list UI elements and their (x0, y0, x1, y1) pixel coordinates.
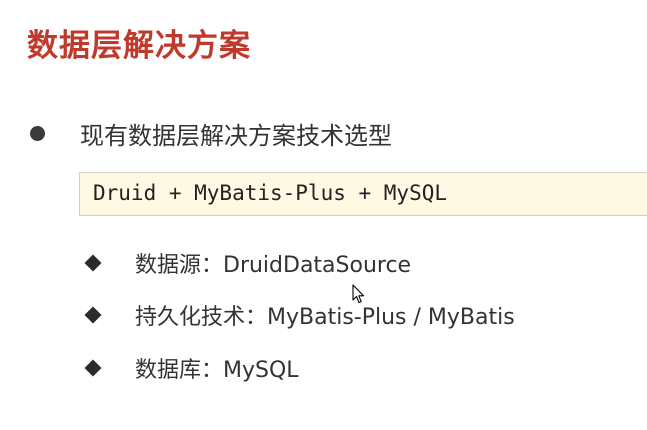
diamond-bullet-icon (84, 306, 102, 324)
mouse-pointer-icon (352, 284, 365, 304)
circle-bullet-icon (30, 125, 45, 141)
slide: 数据层解决方案 现有数据层解决方案技术选型 Druid + MyBatis-Pl… (0, 0, 647, 430)
sub-item-datasource: 数据源：DruidDataSource (84, 245, 411, 281)
sub-item-database: 数据库：MySQL (84, 350, 299, 386)
sub-item-text: 数据源：DruidDataSource (135, 253, 412, 278)
diamond-bullet-icon (84, 359, 102, 377)
code-text: Druid + MyBatis-Plus + MySQL (93, 181, 448, 205)
main-bullet-text: 现有数据层解决方案技术选型 (80, 121, 392, 150)
slide-title: 数据层解决方案 (27, 28, 251, 64)
sub-item-text: 持久化技术：MyBatis-Plus / MyBatis (135, 305, 515, 330)
main-bullet: 现有数据层解决方案技术选型 (30, 112, 392, 154)
sub-item-persistence: 持久化技术：MyBatis-Plus / MyBatis (84, 297, 515, 333)
sub-item-text: 数据库：MySQL (135, 358, 299, 383)
code-box: Druid + MyBatis-Plus + MySQL (79, 172, 647, 216)
diamond-bullet-icon (84, 254, 102, 272)
